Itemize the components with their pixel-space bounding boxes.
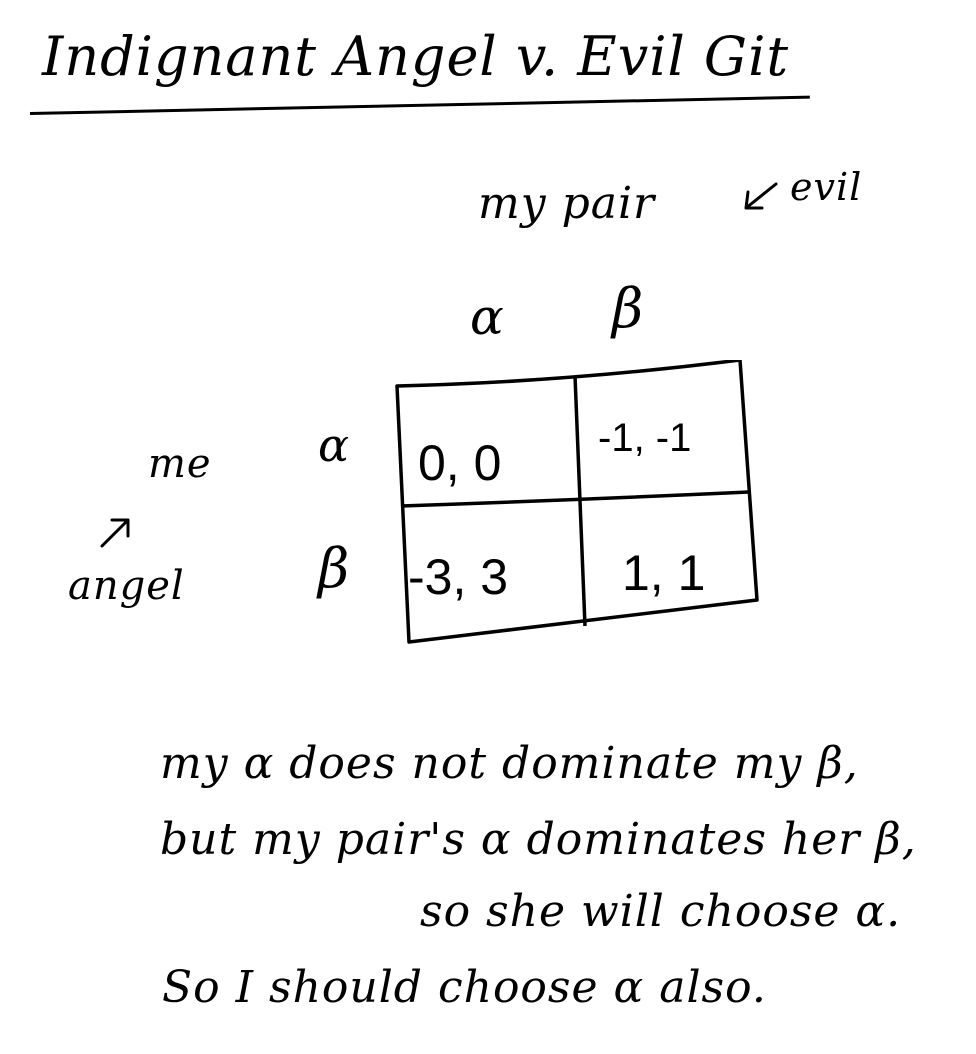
arrow-left-icon — [744, 182, 778, 210]
page-title: Indignant Angel v. Evil Git — [42, 25, 790, 88]
reasoning-line-4: So I should choose α also. — [162, 962, 767, 1013]
reasoning-line-2: but my pair's α dominates her β, — [160, 814, 917, 865]
payoff-matrix-grid — [395, 360, 759, 644]
column-strategy-alpha: α — [470, 288, 505, 346]
row-player-note: angel — [68, 563, 185, 609]
payoff-alpha-alpha: 0, 0 — [418, 435, 502, 491]
column-player-note: evil — [790, 165, 863, 209]
row-player-label: me — [148, 441, 212, 487]
handwritten-page: Indignant Angel v. Evil Git my pair evil… — [0, 0, 976, 1054]
reasoning-line-1: my α does not dominate my β, — [160, 738, 859, 789]
arrow-up-right-icon — [100, 518, 130, 548]
column-strategy-beta: β — [612, 277, 645, 340]
title-underline — [29, 95, 810, 115]
row-strategy-alpha: α — [318, 418, 351, 472]
reasoning-line-3: so she will choose α. — [420, 886, 902, 937]
payoff-beta-alpha: -3, 3 — [408, 549, 509, 605]
payoff-alpha-beta: -1, -1 — [598, 416, 692, 460]
row-strategy-beta: β — [318, 537, 351, 600]
column-player-label: my pair — [478, 178, 656, 229]
payoff-beta-beta: 1, 1 — [622, 545, 706, 601]
